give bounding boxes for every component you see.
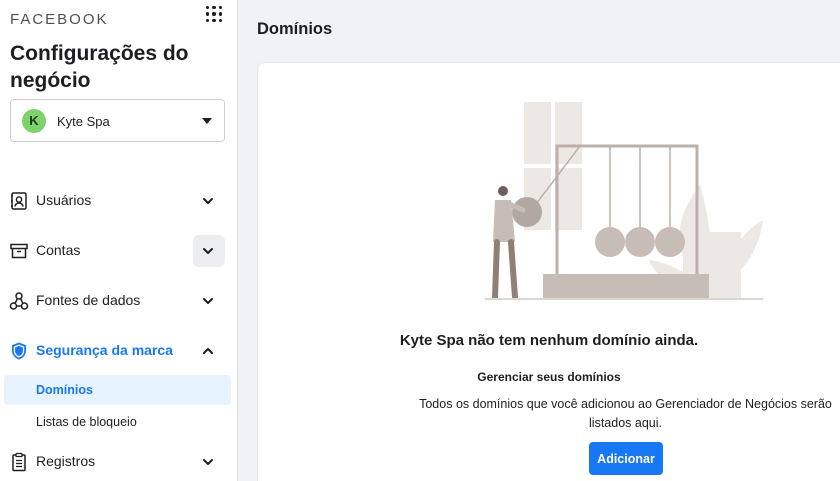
data-sources-icon [9,292,29,310]
archive-box-icon [10,243,28,259]
sidebar-item-label: Contas [36,242,81,258]
empty-state-description: Todos os domínios que você adicionou ao … [419,397,832,430]
sidebar-item-logs[interactable]: Registros [0,442,237,481]
page-heading: Configurações do negócio [10,42,189,92]
sidebar-item-label: Segurança da marca [36,342,173,358]
sidebar-item-brand-safety[interactable]: Segurança da marca [0,331,237,371]
chevron-up-icon [203,348,213,354]
empty-state-subtitle: Gerenciar seus domínios [477,370,621,384]
page-title: Domínios [257,20,333,38]
sidebar-item-label: Fontes de dados [36,292,141,308]
sidebar-item-users[interactable]: Usuários [0,181,237,221]
newtons-cradle-illustration [485,102,763,300]
sidebar-item-accounts[interactable]: Contas [0,231,237,271]
users-badge-icon [11,192,27,210]
apps-grid-icon[interactable] [206,6,222,22]
sidebar-subitem-label: Listas de bloqueio [36,415,137,429]
avatar: K [22,109,46,133]
sidebar-item-label: Registros [36,453,96,469]
add-domain-button[interactable]: Adicionar [589,442,663,475]
shield-icon [12,342,26,360]
empty-state-card: Kyte Spa não tem nenhum domínio ainda. G… [257,62,840,481]
chevron-down-icon [203,248,213,254]
dropdown-caret-icon [202,118,212,124]
business-name: Kyte Spa [57,114,110,129]
sidebar-subitem-block-lists[interactable]: Listas de bloqueio [4,407,231,437]
sidebar: FACEBOOK Configurações do negócio K Kyte… [0,0,238,481]
chevron-down-icon [203,298,213,304]
sidebar-subitem-label: Domínios [36,383,93,397]
facebook-logo[interactable]: FACEBOOK [10,11,109,28]
sidebar-item-data-sources[interactable]: Fontes de dados [0,281,237,321]
sidebar-item-label: Usuários [36,192,92,208]
sidebar-subitem-domains[interactable]: Domínios [4,375,231,405]
empty-state-title: Kyte Spa não tem nenhum domínio ainda. [399,332,699,349]
chevron-down-icon [203,198,213,204]
clipboard-icon [12,452,26,472]
chevron-down-icon [203,459,213,465]
business-account-selector[interactable]: K Kyte Spa [10,99,225,142]
